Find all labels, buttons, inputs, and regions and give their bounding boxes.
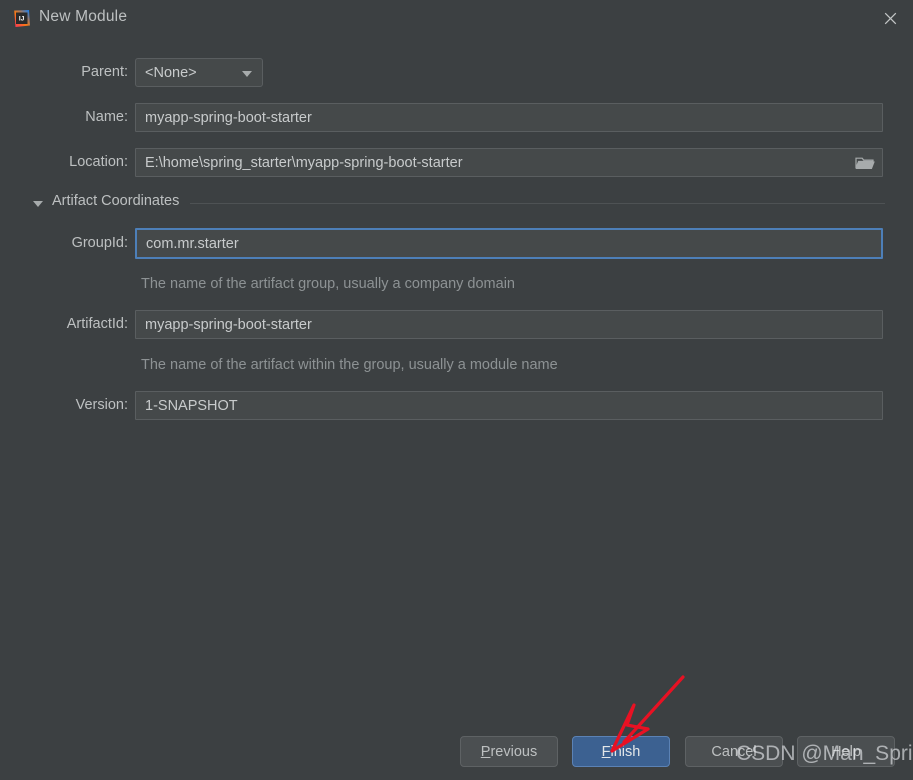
new-module-dialog: IJ New Module Parent: <None> Name: myapp… (0, 0, 913, 780)
artifact-coordinates-title: Artifact Coordinates (52, 193, 180, 209)
help-button-label: Help (831, 743, 861, 760)
name-label: Name: (85, 109, 128, 125)
groupid-input-value: com.mr.starter (146, 235, 239, 252)
chevron-down-icon (242, 70, 252, 77)
svg-text:IJ: IJ (19, 15, 25, 22)
intellij-idea-icon: IJ (12, 9, 31, 28)
finish-button[interactable]: Finish (572, 736, 670, 767)
location-input[interactable]: E:\home\spring_starter\myapp-spring-boot… (135, 148, 883, 177)
name-input[interactable]: myapp-spring-boot-starter (135, 103, 883, 132)
parent-combobox-value: <None> (145, 64, 197, 81)
artifactid-label: ArtifactId: (66, 316, 128, 332)
cancel-button-label: Cancel (711, 743, 757, 760)
parent-label: Parent: (81, 64, 128, 80)
previous-button-mnemonic: P (480, 743, 491, 760)
groupid-label: GroupId: (71, 235, 128, 251)
artifact-coordinates-section[interactable]: Artifact Coordinates (33, 193, 885, 215)
title-bar: IJ New Module (0, 0, 913, 37)
name-input-value: myapp-spring-boot-starter (145, 109, 312, 126)
previous-button-label: revious (490, 743, 538, 760)
parent-combobox[interactable]: <None> (135, 58, 263, 87)
location-input-value: E:\home\spring_starter\myapp-spring-boot… (145, 154, 463, 171)
version-label: Version: (75, 397, 128, 413)
artifactid-input[interactable]: myapp-spring-boot-starter (135, 310, 883, 339)
version-input-value: 1-SNAPSHOT (145, 397, 238, 414)
section-separator (190, 203, 885, 204)
finish-button-label: inish (610, 743, 641, 760)
cancel-button[interactable]: Cancel (685, 736, 783, 767)
help-button[interactable]: Help (797, 736, 895, 767)
groupid-hint: The name of the artifact group, usually … (141, 276, 515, 292)
finish-button-mnemonic: F (601, 743, 611, 760)
artifactid-input-value: myapp-spring-boot-starter (145, 316, 312, 333)
location-label: Location: (69, 154, 128, 170)
version-input[interactable]: 1-SNAPSHOT (135, 391, 883, 420)
window-title: New Module (39, 8, 128, 25)
artifactid-hint: The name of the artifact within the grou… (141, 357, 558, 373)
triangle-down-icon[interactable] (33, 201, 43, 207)
close-icon[interactable] (867, 0, 913, 37)
previous-button[interactable]: Previous (460, 736, 558, 767)
folder-icon[interactable] (848, 149, 882, 176)
groupid-input[interactable]: com.mr.starter (135, 228, 883, 259)
